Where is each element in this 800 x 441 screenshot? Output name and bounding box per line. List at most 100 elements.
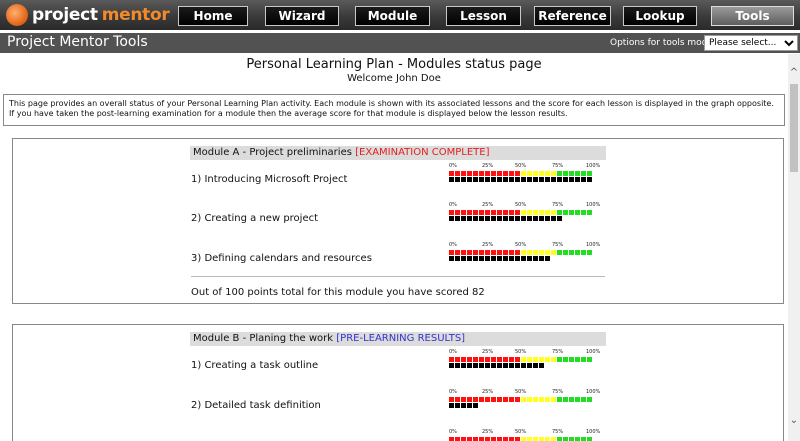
score-segment (497, 216, 502, 221)
lesson-name[interactable]: 1) Creating a task outline (191, 360, 318, 371)
scale-segment (587, 397, 592, 402)
scrollbar-thumb[interactable] (790, 84, 798, 172)
scale-segment (485, 250, 490, 255)
score-segment (521, 177, 526, 182)
scale-segment (449, 437, 454, 441)
scale-tick-label: 25% (482, 163, 494, 169)
scale-segment (479, 250, 484, 255)
scale-segment (485, 171, 490, 176)
scale-segment (491, 210, 496, 215)
scale-segment (587, 171, 592, 176)
scale-segment (551, 210, 556, 215)
nav-tools-button[interactable]: Tools (711, 6, 794, 26)
scale-segment (563, 437, 568, 441)
score-segment (461, 363, 466, 368)
scale-segment (491, 397, 496, 402)
scale-segment (479, 357, 484, 362)
scale-segment (521, 250, 526, 255)
scale-segment (521, 357, 526, 362)
scale-segment (527, 357, 532, 362)
score-segment (461, 177, 466, 182)
scale-segment (491, 357, 496, 362)
scale-tick-label: 25% (482, 389, 494, 395)
scale-segment (545, 210, 550, 215)
scale-tick-label: 50% (515, 242, 527, 248)
scale-segment (569, 357, 574, 362)
scroll-down-icon[interactable]: ⌄ (788, 414, 800, 428)
content-area: Personal Learning Plan - Modules status … (0, 54, 788, 441)
nav-wizard-button[interactable]: Wizard (265, 6, 339, 26)
lesson-score-bar: 0% 25% 50% 75% 100% (449, 389, 600, 408)
scale-tick-label: 25% (482, 242, 494, 248)
scale-segment (587, 210, 592, 215)
vertical-scrollbar[interactable]: ^ ⌄ (788, 54, 800, 441)
score-segment (491, 256, 496, 261)
scale-segment (455, 357, 460, 362)
score-segment (467, 256, 472, 261)
tools-mode-select[interactable]: Please select... (704, 35, 798, 51)
nav-module-button[interactable]: Module (355, 6, 430, 26)
scale-color-band (449, 357, 599, 362)
scale-segment (551, 171, 556, 176)
score-segment (533, 216, 538, 221)
tools-mode-label: Options for tools mode: (610, 38, 716, 48)
scale-segment (581, 210, 586, 215)
scale-segment (533, 210, 538, 215)
scale-segment (557, 357, 562, 362)
score-scale: 0% 25% 50% 75% 100% (449, 202, 600, 209)
score-segment (479, 177, 484, 182)
lesson-name[interactable]: 2) Creating a new project (191, 213, 318, 224)
nav-reference-button[interactable]: Reference (534, 6, 611, 26)
score-segment (521, 256, 526, 261)
module-heading: Module B - Planing the work [PRE-LEARNIN… (190, 332, 606, 346)
score-segment (497, 363, 502, 368)
scale-segment (491, 250, 496, 255)
score-segment (503, 363, 508, 368)
scale-segment (581, 437, 586, 441)
score-segment (449, 177, 454, 182)
nav-home-button[interactable]: Home (178, 6, 248, 26)
scale-segment (581, 397, 586, 402)
module-card: Module B - Planing the work [PRE-LEARNIN… (12, 324, 784, 441)
nav-lesson-button[interactable]: Lesson (446, 6, 521, 26)
scale-segment (461, 171, 466, 176)
project-mentor-logo[interactable]: project mentor (6, 3, 170, 27)
score-segment (455, 216, 460, 221)
lesson-name[interactable]: 2) Detailed task definition (191, 400, 321, 411)
score-segment (515, 363, 520, 368)
scale-segment (557, 397, 562, 402)
scale-segment (509, 437, 514, 441)
lesson-name[interactable]: 1) Introducing Microsoft Project (191, 174, 347, 185)
scale-segment (557, 437, 562, 441)
score-segment (485, 216, 490, 221)
scale-segment (539, 397, 544, 402)
scale-segment (521, 397, 526, 402)
scale-segment (479, 210, 484, 215)
scale-segment (539, 437, 544, 441)
scale-color-band (449, 250, 599, 255)
score-segment (485, 363, 490, 368)
scale-segment (473, 397, 478, 402)
score-segment (497, 177, 502, 182)
lesson-name[interactable]: 3) Defining calendars and resources (191, 253, 372, 264)
score-segment (515, 177, 520, 182)
welcome-message: Welcome John Doe (347, 73, 441, 84)
lesson-score-bar: 0% 25% 50% 75% 100% (449, 242, 600, 261)
scale-segment (503, 437, 508, 441)
scale-segment (473, 250, 478, 255)
scale-color-band (449, 210, 599, 215)
score-segment (569, 177, 574, 182)
module-status: [PRE-LEARNING RESULTS] (336, 333, 466, 344)
score-segment (473, 177, 478, 182)
score-segment (485, 256, 490, 261)
score-segment (515, 216, 520, 221)
scroll-up-icon[interactable]: ^ (788, 66, 800, 80)
score-segment (539, 363, 544, 368)
scale-segment (563, 357, 568, 362)
score-segment (509, 363, 514, 368)
nav-lookup-button[interactable]: Lookup (623, 6, 697, 26)
scale-color-band (449, 437, 599, 441)
scale-segment (545, 250, 550, 255)
scale-segment (581, 357, 586, 362)
scale-segment (557, 250, 562, 255)
